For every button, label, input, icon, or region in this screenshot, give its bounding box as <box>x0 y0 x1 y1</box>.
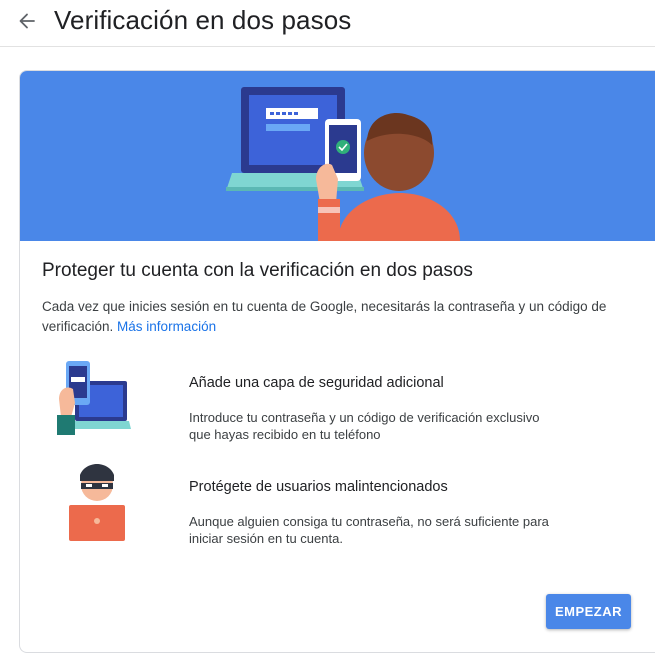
page-title: Verificación en dos pasos <box>54 5 352 35</box>
more-info-link[interactable]: Más información <box>117 319 216 334</box>
arrow-back-icon <box>19 13 35 29</box>
feature-1-title: Añade una capa de seguridad adicional <box>189 375 444 391</box>
card-description: Cada vez que inicies sesión en tu cuenta… <box>42 297 642 337</box>
feature-2-text: Aunque alguien consiga tu contraseña, no… <box>189 514 549 546</box>
card-title: Proteger tu cuenta con la verificación e… <box>42 260 473 281</box>
phone-laptop-icon <box>57 361 131 435</box>
start-button[interactable]: EMPEZAR <box>546 594 631 629</box>
hero-banner <box>20 71 655 241</box>
masked-user-icon <box>69 464 125 541</box>
app-header: Verificación en dos pasos <box>0 0 655 47</box>
back-button[interactable] <box>12 6 42 36</box>
feature-2-title: Protégete de usuarios malintencionados <box>189 479 448 495</box>
feature-1-text: Introduce tu contraseña y un código de v… <box>189 410 540 442</box>
two-step-card: Proteger tu cuenta con la verificación e… <box>19 70 655 653</box>
hero-illustration <box>226 87 460 241</box>
